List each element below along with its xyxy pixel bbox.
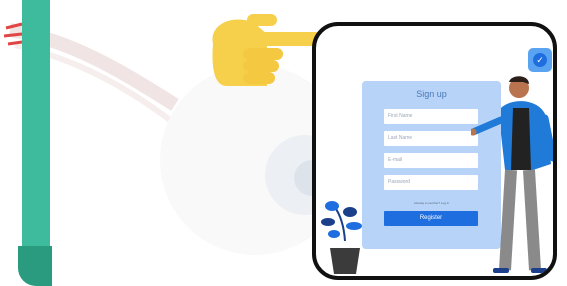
last-name-field[interactable]: Last Name [384, 131, 478, 146]
check-icon: ✓ [533, 53, 547, 67]
password-field[interactable]: Password [384, 175, 478, 190]
green-bar [22, 0, 50, 286]
green-bar-shadow [18, 246, 52, 286]
register-button[interactable]: Register [384, 211, 478, 226]
illustration-frame: Sign up First Name Last Name E-mail Pass… [312, 22, 557, 280]
person-figure [471, 76, 553, 273]
email-field[interactable]: E-mail [384, 153, 478, 168]
potted-plant-icon [321, 201, 362, 274]
check-badge: ✓ [528, 48, 552, 72]
first-name-field[interactable]: First Name [384, 109, 478, 124]
